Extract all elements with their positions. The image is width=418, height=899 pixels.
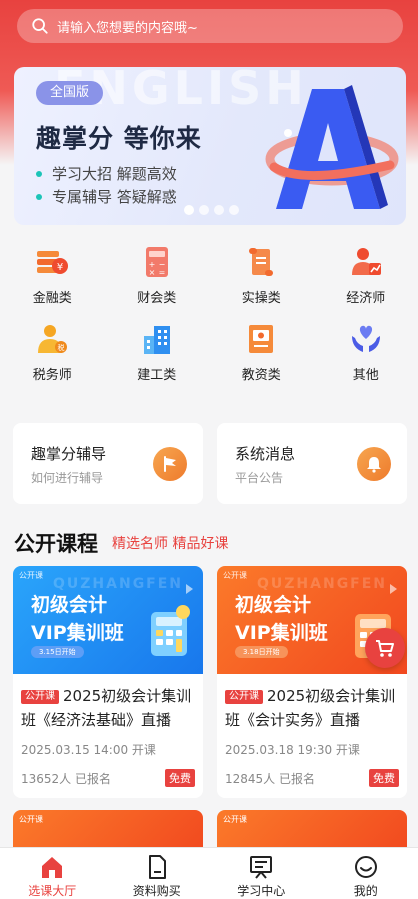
carousel-dot[interactable] [229,205,239,215]
system-message-card[interactable]: 系统消息 平台公告 [217,423,407,504]
tab-label: 我的 [353,884,378,898]
section-subtitle: 精选名师 精品好课 [112,536,229,552]
svg-text:=: = [158,268,165,277]
tab-label: 选课大厅 [28,884,77,898]
banner-tag: 全国版 [36,81,104,105]
category-label: 教资类 [241,368,281,383]
finance-icon: ¥ [37,251,69,274]
banner-point: 专属辅导 答疑解惑 [36,186,177,207]
search-icon [32,18,48,34]
search-placeholder: 请输入您想要的内容哦~ [57,20,198,36]
card-title: 系统消息 [235,445,296,463]
course-title: 公开课 2025初级会计集训班《会计实务》直播 [225,687,396,729]
tab-study-center[interactable]: 学习中心 [209,848,314,899]
thumb-tag: 公开课 [19,571,43,580]
category-label: 建工类 [137,368,177,383]
flag-icon [153,447,187,481]
section-title: 公开课程 [14,532,98,556]
scroll-icon [249,248,274,276]
economist-icon [351,248,381,275]
category-tax[interactable]: 税 税务师 [0,322,105,383]
cart-icon [376,640,394,657]
tutoring-card[interactable]: 趣掌分辅导 如何进行辅导 [13,423,203,504]
bell-icon [357,447,391,481]
course-enrolled: 13652人 已报名 [21,771,111,786]
category-label: 金融类 [32,291,72,306]
course-enrolled: 12845人 已报名 [225,771,315,786]
banner-title: 趣掌分 等你来 [36,124,202,153]
carousel-dot[interactable] [214,205,224,215]
carousel-dot[interactable] [184,205,194,215]
course-price: 免费 [165,769,195,787]
course-price: 免费 [369,769,399,787]
category-label: 财会类 [137,291,177,306]
thumb-line2: VIP集训班 [31,622,124,644]
smile-icon [354,856,377,878]
tab-mine[interactable]: 我的 [314,848,418,899]
card-subtitle: 平台公告 [235,471,284,485]
thumb-line1: 初级会计 [31,594,108,616]
play-icon [390,584,397,594]
category-accounting[interactable]: + − × = 财会类 [105,245,210,306]
quick-cards: 趣掌分辅导 如何进行辅导 系统消息 平台公告 [13,423,407,504]
thumb-tag: 公开课 [223,571,247,580]
category-construction[interactable]: 建工类 [105,322,210,383]
course-thumbnail: 公开课 QUZHANGFEN 初级会计 VIP集训班 3.15日开始 [13,566,203,674]
calculator-illustration-icon [151,605,190,656]
calculator-icon: + − × = [145,247,168,277]
svg-text:¥: ¥ [57,262,63,273]
course-badge: 公开课 [225,690,263,704]
course-card[interactable]: 公开课 QUZHANGFEN 初级会计 VIP集训班 3.18日开始 公开课 20… [217,566,407,798]
course-time: 2025.03.15 14:00 开课 [21,743,156,757]
promo-banner[interactable]: ENGLISH 全国版 趣掌分 等你来 学习大招 解题高效 专属辅导 答疑解惑 [14,67,406,225]
thumb-line1: 初级会计 [235,594,312,616]
certificate-icon [249,325,274,353]
thumb-date: 3.15日开始 [31,646,84,658]
course-badge: 公开课 [21,690,59,704]
cart-button[interactable] [365,628,405,668]
category-teacher-cert[interactable]: 教资类 [209,322,314,383]
document-icon [148,855,166,879]
thumb-tag: 公开课 [223,815,247,824]
tab-course-hall[interactable]: 选课大厅 [0,848,105,899]
tax-advisor-icon: 税 [38,325,68,353]
category-economist[interactable]: 经济师 [314,245,418,306]
svg-text:税: 税 [58,343,65,352]
category-label: 经济师 [346,291,386,306]
category-practical[interactable]: 实操类 [209,245,314,306]
category-label: 税务师 [32,368,72,383]
building-icon [143,326,170,354]
tab-materials[interactable]: 资料购买 [105,848,210,899]
category-grid: ¥ 金融类 + − × = 财会类 实操类 经济师 税 税务师 建工类 教资类 … [0,245,418,383]
heart-hands-icon [351,325,380,352]
bottom-tab-bar: 选课大厅 资料购买 学习中心 我的 [0,847,418,899]
card-title: 趣掌分辅导 [31,445,107,463]
course-title: 公开课 2025初级会计集训班《经济法基础》直播 [21,687,192,729]
svg-text:×: × [148,268,155,277]
course-time: 2025.03.18 19:30 开课 [225,743,360,757]
tab-label: 学习中心 [237,884,286,898]
category-label: 实操类 [241,291,281,306]
thumb-tag: 公开课 [19,815,43,824]
thumb-line2: VIP集训班 [235,622,328,644]
letter-a-3d-icon [265,85,399,209]
category-finance[interactable]: ¥ 金融类 [0,245,105,306]
course-card[interactable]: 公开课 QUZHANGFEN 初级会计 VIP集训班 3.15日开始 公开课 20… [13,566,203,798]
play-icon [186,584,193,594]
home-icon [42,857,63,878]
banner-point: 学习大招 解题高效 [36,163,177,184]
category-label: 其他 [352,368,379,383]
category-other[interactable]: 其他 [314,322,418,383]
carousel-indicator[interactable] [184,205,239,215]
search-bar[interactable]: 请输入您想要的内容哦~ [17,9,403,43]
tab-label: 资料购买 [132,884,181,898]
card-subtitle: 如何进行辅导 [31,471,104,485]
carousel-dot[interactable] [199,205,209,215]
study-center-icon [250,856,273,879]
thumb-date: 3.18日开始 [235,646,288,658]
